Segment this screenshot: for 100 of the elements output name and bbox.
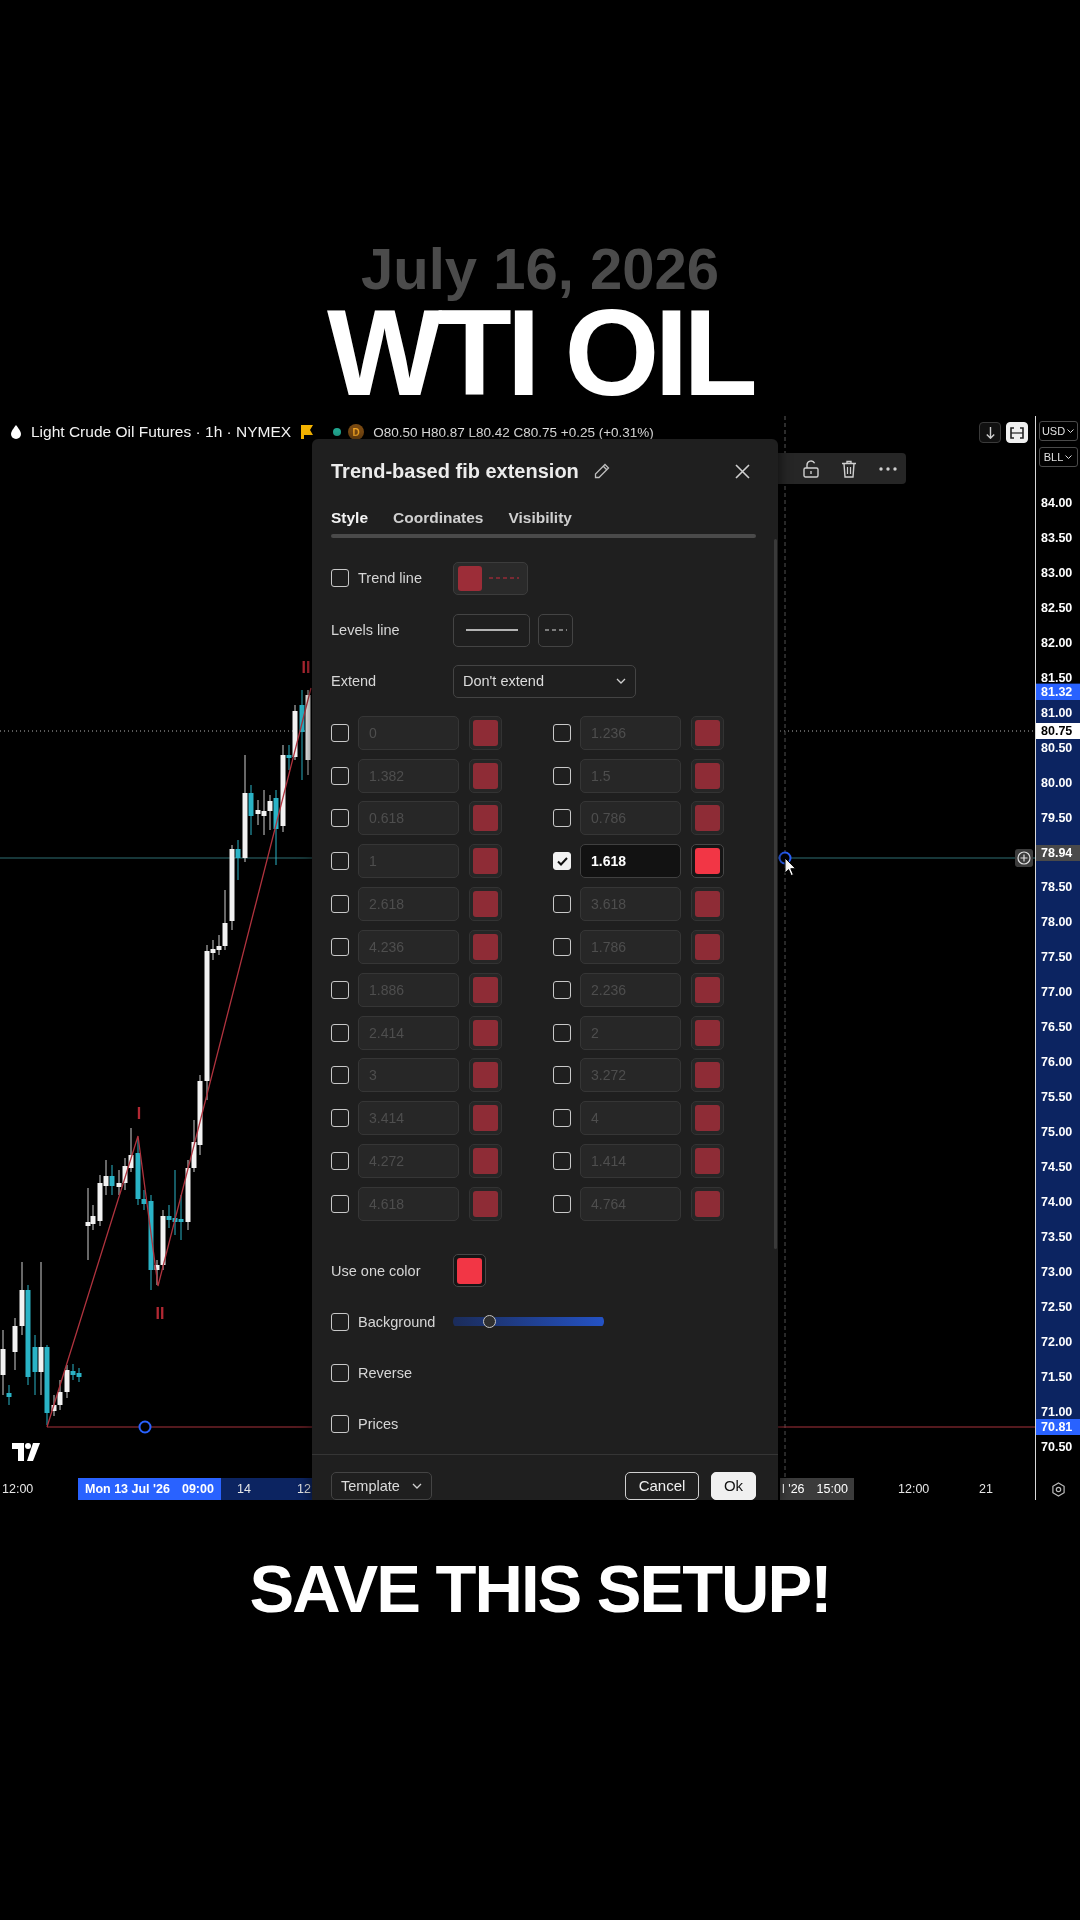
trash-icon[interactable] — [841, 459, 857, 478]
color-button[interactable] — [469, 1101, 502, 1136]
checkbox[interactable] — [553, 895, 571, 914]
checkbox[interactable] — [331, 809, 349, 828]
checkbox[interactable] — [553, 809, 571, 828]
color-button[interactable] — [469, 972, 502, 1007]
color-button[interactable] — [469, 1186, 502, 1221]
cancel-button[interactable]: Cancel — [625, 1471, 699, 1500]
checkbox[interactable] — [331, 569, 349, 587]
color-button[interactable] — [453, 1254, 486, 1288]
checkbox[interactable] — [331, 937, 349, 956]
price-label: 83.50 — [1040, 530, 1073, 545]
color-button[interactable] — [469, 758, 502, 793]
swatch-icon — [473, 848, 498, 875]
toggle-button[interactable] — [1006, 422, 1028, 443]
color-button[interactable] — [691, 715, 724, 750]
time-label: 21 — [979, 1481, 993, 1498]
time-label: 12 — [297, 1481, 311, 1498]
checkbox[interactable] — [331, 723, 349, 742]
opacity-slider[interactable] — [453, 1315, 604, 1329]
tab[interactable]: Style — [331, 509, 369, 527]
arrow-down-icon — [985, 426, 995, 439]
checkbox[interactable] — [331, 1363, 349, 1382]
price-label: 79.50 — [1040, 810, 1073, 825]
checkbox[interactable] — [553, 980, 571, 999]
checkbox[interactable] — [331, 1066, 349, 1085]
pencil-icon[interactable] — [593, 463, 610, 479]
more-icon[interactable] — [879, 466, 897, 471]
color-button[interactable] — [691, 801, 724, 836]
chevron-down-icon — [412, 1482, 422, 1489]
checkbox[interactable] — [331, 1109, 349, 1128]
color-button[interactable] — [691, 887, 724, 922]
drag-handle[interactable] — [138, 1420, 152, 1434]
color-button[interactable] — [691, 972, 724, 1007]
checkbox[interactable] — [331, 1194, 349, 1213]
ok-button[interactable]: Ok — [711, 1471, 756, 1500]
checkbox[interactable] — [553, 723, 571, 742]
swatch-icon — [473, 1062, 498, 1089]
checkbox[interactable] — [331, 980, 349, 999]
color-button[interactable] — [691, 929, 724, 964]
color-button[interactable] — [691, 1101, 724, 1136]
checkbox[interactable] — [331, 1152, 349, 1171]
checkbox[interactable] — [553, 766, 571, 785]
color-button[interactable] — [691, 1144, 724, 1179]
level-field[interactable]: 1.618 — [580, 844, 681, 879]
color-button[interactable] — [691, 758, 724, 793]
currency-dropdown[interactable]: USD — [1038, 421, 1078, 441]
symbol-title[interactable]: Light Crude Oil Futures · 1h · NYMEX — [31, 423, 292, 441]
checkbox[interactable] — [553, 1066, 571, 1085]
checkbox[interactable] — [331, 1414, 349, 1433]
checkbox[interactable] — [553, 1152, 571, 1171]
color-button[interactable] — [469, 887, 502, 922]
color-button[interactable] — [469, 1144, 502, 1179]
color-button[interactable] — [469, 844, 502, 879]
tab[interactable]: Visibility — [508, 509, 572, 527]
checkbox[interactable] — [553, 937, 571, 956]
price-label: 81.00 — [1040, 705, 1073, 720]
line-style-button[interactable] — [453, 613, 530, 647]
color-button[interactable] — [469, 801, 502, 836]
checkbox[interactable] — [331, 1312, 349, 1331]
brackets-icon — [1010, 426, 1024, 439]
swatch-icon — [695, 1105, 720, 1132]
extend-dropdown[interactable]: Don't extend — [453, 664, 636, 698]
flag-icon[interactable] — [301, 425, 314, 439]
ohlc-values: O80.50 H80.87 L80.42 C80.75 +0.25 (+0.31%) — [373, 424, 654, 440]
color-button[interactable] — [469, 715, 502, 750]
tab[interactable]: Coordinates — [393, 509, 484, 527]
option-label: Prices — [358, 1415, 399, 1432]
wave-label: II — [155, 1305, 165, 1322]
color-button[interactable] — [691, 1186, 724, 1221]
color-button[interactable] — [469, 929, 502, 964]
line-style-button[interactable] — [538, 613, 573, 647]
checkbox[interactable] — [331, 766, 349, 785]
price-axis[interactable]: USD BLL 84.00 83.50 83.00 82.50 82.00 81.50 81.00 80.50 80.00 79.50 78.94 78.50 78.00 77.50 77.00 76.50 76.00 75.50 75.00 74.50 74.00 73.50 73.00 72.50 72.00 71.50 71.00 70.50 81.32 80.75 70.81 — [1035, 416, 1080, 1478]
settings-icon[interactable] — [1050, 1481, 1066, 1497]
close-icon[interactable] — [735, 463, 750, 479]
plus-icon[interactable] — [1015, 849, 1033, 867]
checkbox[interactable] — [553, 1023, 571, 1042]
color-button[interactable] — [469, 1058, 502, 1093]
checkbox[interactable] — [553, 1194, 571, 1213]
checkbox[interactable] — [331, 895, 349, 914]
padlock-icon[interactable] — [803, 459, 819, 478]
swatch-icon — [473, 762, 498, 789]
scroll-down-button[interactable] — [979, 422, 1001, 443]
price-label: 71.50 — [1040, 1369, 1073, 1384]
checkbox[interactable] — [331, 852, 349, 871]
slider-thumb[interactable] — [482, 1315, 496, 1329]
color-button[interactable] — [691, 1058, 724, 1093]
template-dropdown[interactable]: Template — [331, 1471, 432, 1500]
color-button[interactable] — [691, 844, 724, 879]
swatch-icon — [473, 891, 498, 918]
status-badge: D — [348, 424, 365, 440]
color-button[interactable] — [469, 1015, 502, 1050]
unit-dropdown[interactable]: BLL — [1038, 447, 1078, 467]
price-label: 80.50 — [1040, 740, 1073, 755]
checkbox[interactable] — [553, 1109, 571, 1128]
price-label: 81.50 — [1040, 670, 1073, 685]
color-button[interactable] — [691, 1015, 724, 1050]
checkbox[interactable] — [331, 1023, 349, 1042]
price-label: 70.50 — [1040, 1439, 1073, 1454]
